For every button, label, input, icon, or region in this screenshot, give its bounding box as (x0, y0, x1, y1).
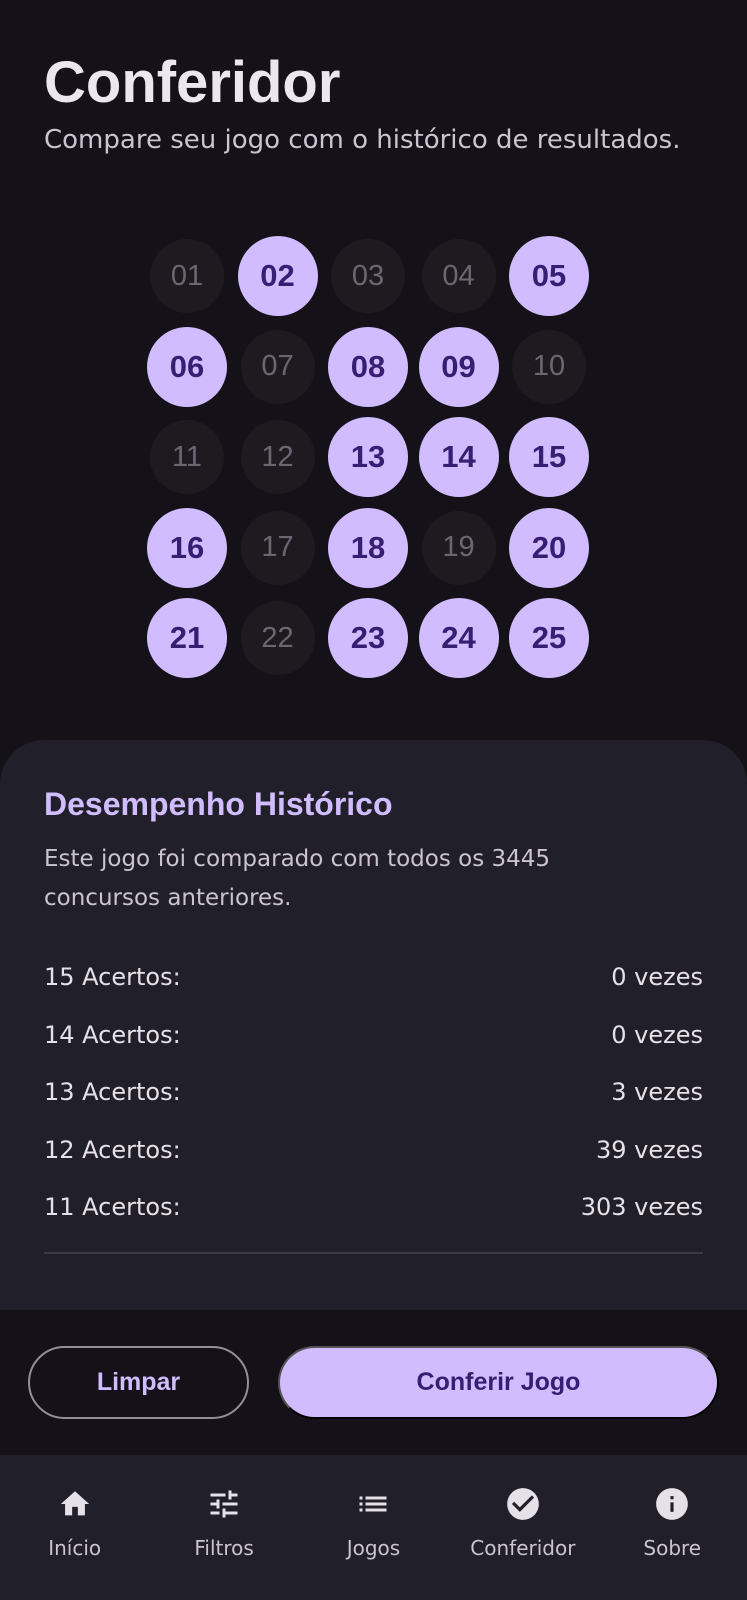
stat-value: 303 vezes (580, 1193, 703, 1221)
number-ball-18[interactable]: 18 (328, 507, 408, 588)
historical-performance-card: Desempenho Histórico Este jogo foi compa… (0, 740, 747, 1310)
stat-label: 15 Acertos: (44, 963, 181, 991)
number-ball-17[interactable]: 17 (238, 508, 318, 588)
stat-value: 39 vezes (595, 1135, 703, 1164)
action-bar: Limpar Conferir Jogo (28, 1346, 719, 1420)
nav-label: Início (48, 1536, 102, 1560)
card-title: Desempenho Histórico (44, 786, 393, 822)
number-label: 23 (328, 598, 408, 678)
number-label: 03 (331, 239, 405, 313)
number-ball-25[interactable]: 25 (509, 598, 589, 678)
number-label: 19 (421, 510, 496, 585)
number-label: 15 (509, 417, 589, 497)
number-ball-08[interactable]: 08 (328, 326, 408, 407)
number-ball-05[interactable]: 05 (509, 236, 589, 316)
number-label: 04 (421, 239, 496, 313)
number-label: 24 (418, 598, 499, 678)
stat-label: 14 Acertos: (44, 1020, 181, 1049)
nav-item-conferidor[interactable]: Conferidor (448, 1455, 597, 1600)
stat-value: 0 vezes (611, 1020, 703, 1049)
number-label: 06 (147, 326, 227, 407)
number-ball-14[interactable]: 14 (418, 417, 499, 497)
number-ball-23[interactable]: 23 (328, 598, 408, 678)
number-ball-13[interactable]: 13 (328, 417, 408, 497)
number-label: 25 (509, 598, 589, 678)
number-ball-04[interactable]: 04 (419, 236, 499, 316)
stat-value: 0 vezes (611, 963, 703, 991)
number-label: 18 (328, 507, 408, 588)
stat-row: 12 Acertos: 39 vezes (44, 1135, 703, 1193)
number-ball-22[interactable]: 22 (238, 598, 318, 678)
stat-row: 13 Acertos: 3 vezes (44, 1077, 703, 1135)
home-icon (55, 1484, 95, 1524)
number-label: 13 (328, 417, 408, 497)
number-ball-02[interactable]: 02 (237, 236, 318, 316)
page-subtitle: Compare seu jogo com o histórico de resu… (44, 125, 681, 155)
nav-label: Conferidor (470, 1536, 576, 1560)
header: Conferidor Compare seu jogo com o histór… (44, 48, 704, 162)
number-ball-16[interactable]: 16 (147, 507, 227, 588)
number-ball-03[interactable]: 03 (328, 236, 408, 316)
check-circle-icon (503, 1484, 543, 1524)
number-ball-24[interactable]: 24 (418, 598, 499, 678)
number-label: 11 (150, 420, 224, 494)
number-ball-01[interactable]: 01 (147, 236, 227, 316)
number-ball-19[interactable]: 19 (419, 508, 499, 588)
number-grid: 01 02 03 04 05 06 07 08 09 10 11 12 13 14 15 16 17 18 19 20… (147, 236, 597, 678)
number-ball-12[interactable]: 12 (238, 417, 318, 497)
check-game-button[interactable]: Conferir Jogo (278, 1346, 719, 1419)
number-label: 05 (509, 236, 589, 316)
number-ball-06[interactable]: 06 (147, 326, 227, 407)
info-icon (652, 1484, 692, 1524)
card-description: Este jogo foi comparado com todos os 344… (44, 846, 551, 911)
stat-label: 11 Acertos: (44, 1193, 181, 1221)
number-label: 09 (418, 326, 499, 407)
number-label: 07 (240, 329, 315, 404)
bottom-navigation: Início Filtros Jogos Conferidor Sobre (0, 1455, 747, 1600)
number-ball-11[interactable]: 11 (147, 417, 227, 497)
number-ball-15[interactable]: 15 (509, 417, 589, 497)
nav-label: Filtros (194, 1536, 254, 1560)
stat-row: 14 Acertos: 0 vezes (44, 1020, 703, 1078)
stat-label: 13 Acertos: (44, 1078, 181, 1106)
number-label: 21 (147, 598, 227, 678)
number-label: 02 (237, 236, 318, 316)
nav-label: Jogos (346, 1536, 401, 1560)
stat-value: 3 vezes (611, 1078, 703, 1106)
clear-button[interactable]: Limpar (28, 1346, 249, 1419)
stat-label: 12 Acertos: (44, 1135, 181, 1164)
nav-item-inicio[interactable]: Início (0, 1455, 149, 1600)
number-label: 12 (240, 420, 315, 494)
number-label: 17 (240, 510, 315, 585)
list-icon (353, 1484, 393, 1524)
number-label: 14 (418, 417, 499, 497)
tune-icon (204, 1484, 244, 1524)
number-ball-09[interactable]: 09 (418, 326, 499, 407)
number-label: 08 (328, 326, 408, 407)
stat-row: 11 Acertos: 303 vezes (44, 1192, 703, 1250)
number-label: 10 (512, 329, 586, 404)
number-ball-10[interactable]: 10 (509, 327, 589, 407)
nav-item-sobre[interactable]: Sobre (598, 1455, 747, 1600)
stat-row: 15 Acertos: 0 vezes (44, 962, 703, 1020)
number-ball-07[interactable]: 07 (238, 327, 318, 407)
number-ball-20[interactable]: 20 (509, 507, 589, 588)
nav-label: Sobre (643, 1536, 702, 1560)
divider (44, 1251, 703, 1254)
number-label: 16 (147, 507, 227, 588)
number-label: 22 (240, 601, 315, 675)
number-label: 20 (509, 507, 589, 588)
number-ball-21[interactable]: 21 (147, 598, 227, 678)
number-label: 01 (150, 239, 224, 313)
nav-item-filtros[interactable]: Filtros (149, 1455, 298, 1600)
nav-item-jogos[interactable]: Jogos (299, 1455, 448, 1600)
page-title: Conferidor (44, 50, 341, 115)
stats-list: 15 Acertos: 0 vezes 14 Acertos: 0 vezes 13 A… (44, 962, 703, 1250)
